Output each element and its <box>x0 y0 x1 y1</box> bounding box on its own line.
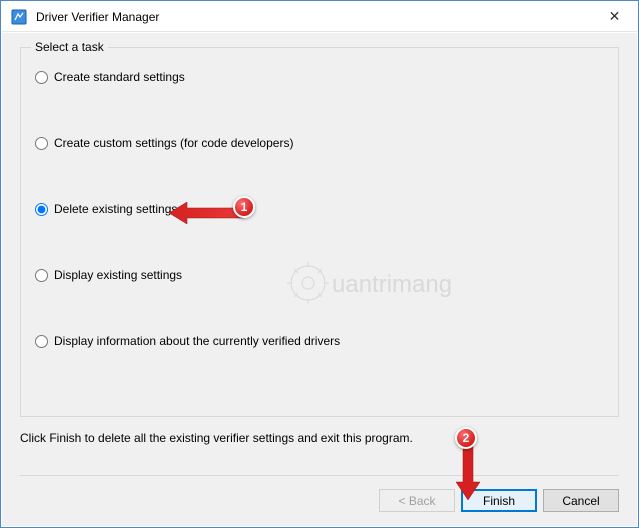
radio-row-display[interactable]: Display existing settings <box>35 268 604 282</box>
radio-custom[interactable] <box>35 137 48 150</box>
radio-row-info[interactable]: Display information about the currently … <box>35 334 604 348</box>
finish-button[interactable]: Finish <box>461 489 537 512</box>
dialog-content: Select a task Create standard settings C… <box>2 33 637 526</box>
radio-row-delete[interactable]: Delete existing settings <box>35 202 604 216</box>
back-button: < Back <box>379 489 455 512</box>
window-frame: Driver Verifier Manager ✕ Select a task … <box>0 0 639 528</box>
groupbox-legend: Select a task <box>31 40 108 54</box>
radio-row-custom[interactable]: Create custom settings (for code develop… <box>35 136 604 150</box>
task-groupbox: Select a task Create standard settings C… <box>20 47 619 417</box>
radio-row-standard[interactable]: Create standard settings <box>35 70 604 84</box>
divider <box>20 475 619 476</box>
radio-label-standard: Create standard settings <box>54 70 185 84</box>
close-button[interactable]: ✕ <box>592 2 637 31</box>
close-icon: ✕ <box>609 8 621 25</box>
radio-delete[interactable] <box>35 203 48 216</box>
radio-display[interactable] <box>35 269 48 282</box>
radio-standard[interactable] <box>35 71 48 84</box>
radio-info[interactable] <box>35 335 48 348</box>
radio-label-delete: Delete existing settings <box>54 202 177 216</box>
radio-label-info: Display information about the currently … <box>54 334 340 348</box>
cancel-button[interactable]: Cancel <box>543 489 619 512</box>
titlebar: Driver Verifier Manager ✕ <box>2 2 637 32</box>
radio-label-custom: Create custom settings (for code develop… <box>54 136 293 150</box>
app-icon <box>8 6 30 28</box>
radio-label-display: Display existing settings <box>54 268 182 282</box>
instruction-text: Click Finish to delete all the existing … <box>20 431 619 445</box>
button-row: < Back Finish Cancel <box>379 489 619 512</box>
window-title: Driver Verifier Manager <box>36 10 159 24</box>
